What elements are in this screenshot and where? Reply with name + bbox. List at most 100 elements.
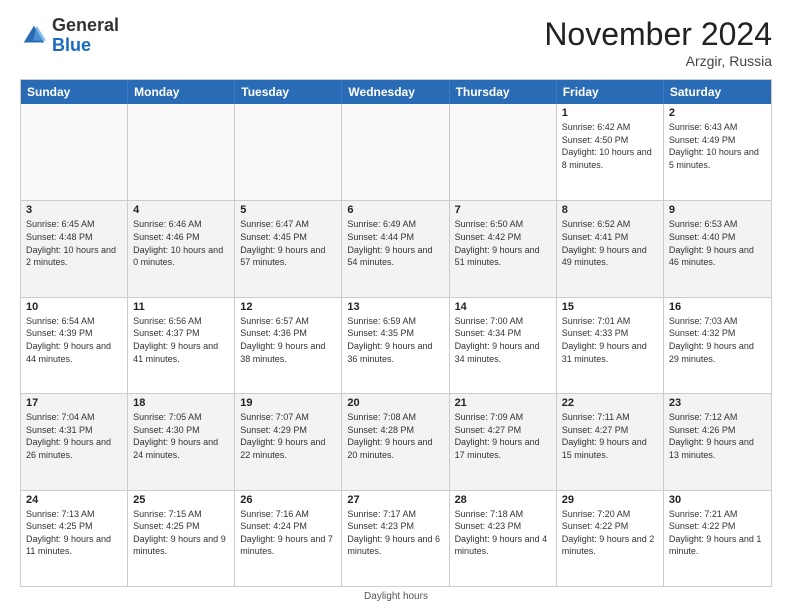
week-row-3: 10 Sunrise: 6:54 AMSunset: 4:39 PMDayligh…	[21, 297, 771, 393]
day-cell-22: 22Sunrise: 7:11 AMSunset: 4:27 PMDayligh…	[557, 394, 664, 489]
day-number-9: 9	[669, 204, 766, 216]
day-detail-23: Sunrise: 7:12 AMSunset: 4:26 PMDaylight:…	[669, 411, 766, 461]
day-detail-26: Sunrise: 7:16 AMSunset: 4:24 PMDaylight:…	[240, 508, 336, 558]
day-number-7: 7	[455, 204, 551, 216]
day-number-2: 2	[669, 107, 766, 119]
day-number-5: 5	[240, 204, 336, 216]
day-detail-6: Sunrise: 6:49 AMSunset: 4:44 PMDaylight:…	[347, 218, 443, 268]
day-detail-16: Sunrise: 7:03 AMSunset: 4:32 PMDaylight:…	[669, 315, 766, 365]
day-detail-7: Sunrise: 6:50 AMSunset: 4:42 PMDaylight:…	[455, 218, 551, 268]
day-cell-9: 9 Sunrise: 6:53 AMSunset: 4:40 PMDaylight…	[664, 201, 771, 296]
day-cell-27: 27 Sunrise: 7:17 AMSunset: 4:23 PMDayligh…	[342, 491, 449, 586]
week-row-1: 1 Sunrise: 6:42 AMSunset: 4:50 PMDaylight…	[21, 104, 771, 200]
day-cell-23: 23 Sunrise: 7:12 AMSunset: 4:26 PMDayligh…	[664, 394, 771, 489]
day-number-25: 25	[133, 494, 229, 506]
day-number-4: 4	[133, 204, 229, 216]
day-number-6: 6	[347, 204, 443, 216]
day-detail-9: Sunrise: 6:53 AMSunset: 4:40 PMDaylight:…	[669, 218, 766, 268]
day-cell-14: 14 Sunrise: 7:00 AMSunset: 4:34 PMDayligh…	[450, 298, 557, 393]
logo-text: General Blue	[52, 16, 119, 56]
day-cell-2: 2Sunrise: 6:43 AMSunset: 4:49 PMDaylight…	[664, 104, 771, 200]
day-cell-3: 3 Sunrise: 6:45 AMSunset: 4:48 PMDaylight…	[21, 201, 128, 296]
day-detail-19: Sunrise: 7:07 AMSunset: 4:29 PMDaylight:…	[240, 411, 336, 461]
day-cell-19: 19 Sunrise: 7:07 AMSunset: 4:29 PMDayligh…	[235, 394, 342, 489]
day-detail-14: Sunrise: 7:00 AMSunset: 4:34 PMDaylight:…	[455, 315, 551, 365]
header-day-monday: Monday	[128, 80, 235, 104]
day-cell-empty	[342, 104, 449, 200]
day-detail-1: Sunrise: 6:42 AMSunset: 4:50 PMDaylight:…	[562, 121, 658, 171]
day-number-1: 1	[562, 107, 658, 119]
day-cell-7: 7 Sunrise: 6:50 AMSunset: 4:42 PMDaylight…	[450, 201, 557, 296]
day-detail-18: Sunrise: 7:05 AMSunset: 4:30 PMDaylight:…	[133, 411, 229, 461]
day-cell-1: 1 Sunrise: 6:42 AMSunset: 4:50 PMDaylight…	[557, 104, 664, 200]
day-cell-28: 28Sunrise: 7:18 AMSunset: 4:23 PMDayligh…	[450, 491, 557, 586]
logo-blue: Blue	[52, 35, 91, 55]
day-number-16: 16	[669, 301, 766, 313]
day-cell-25: 25 Sunrise: 7:15 AMSunset: 4:25 PMDayligh…	[128, 491, 235, 586]
day-number-23: 23	[669, 397, 766, 409]
day-detail-15: Sunrise: 7:01 AMSunset: 4:33 PMDaylight:…	[562, 315, 658, 365]
week-row-4: 17Sunrise: 7:04 AMSunset: 4:31 PMDayligh…	[21, 393, 771, 489]
day-number-14: 14	[455, 301, 551, 313]
day-number-18: 18	[133, 397, 229, 409]
day-cell-12: 12 Sunrise: 6:57 AMSunset: 4:36 PMDayligh…	[235, 298, 342, 393]
day-detail-22: Sunrise: 7:11 AMSunset: 4:27 PMDaylight:…	[562, 411, 658, 461]
calendar: SundayMondayTuesdayWednesdayThursdayFrid…	[20, 79, 772, 587]
day-cell-empty	[128, 104, 235, 200]
header-day-wednesday: Wednesday	[342, 80, 449, 104]
logo-icon	[20, 22, 48, 50]
day-cell-21: 21 Sunrise: 7:09 AMSunset: 4:27 PMDayligh…	[450, 394, 557, 489]
day-cell-26: 26 Sunrise: 7:16 AMSunset: 4:24 PMDayligh…	[235, 491, 342, 586]
calendar-body: 1 Sunrise: 6:42 AMSunset: 4:50 PMDaylight…	[21, 104, 771, 586]
day-detail-8: Sunrise: 6:52 AMSunset: 4:41 PMDaylight:…	[562, 218, 658, 268]
month-title: November 2024	[544, 16, 772, 53]
header-day-tuesday: Tuesday	[235, 80, 342, 104]
day-number-15: 15	[562, 301, 658, 313]
day-cell-18: 18 Sunrise: 7:05 AMSunset: 4:30 PMDayligh…	[128, 394, 235, 489]
day-detail-10: Sunrise: 6:54 AMSunset: 4:39 PMDaylight:…	[26, 315, 122, 365]
day-detail-28: Sunrise: 7:18 AMSunset: 4:23 PMDaylight:…	[455, 508, 551, 558]
day-cell-29: 29Sunrise: 7:20 AMSunset: 4:22 PMDayligh…	[557, 491, 664, 586]
day-cell-empty	[235, 104, 342, 200]
day-detail-30: Sunrise: 7:21 AMSunset: 4:22 PMDaylight:…	[669, 508, 766, 558]
day-cell-4: 4 Sunrise: 6:46 AMSunset: 4:46 PMDaylight…	[128, 201, 235, 296]
day-detail-20: Sunrise: 7:08 AMSunset: 4:28 PMDaylight:…	[347, 411, 443, 461]
day-cell-6: 6 Sunrise: 6:49 AMSunset: 4:44 PMDaylight…	[342, 201, 449, 296]
day-detail-12: Sunrise: 6:57 AMSunset: 4:36 PMDaylight:…	[240, 315, 336, 365]
day-cell-15: 15 Sunrise: 7:01 AMSunset: 4:33 PMDayligh…	[557, 298, 664, 393]
day-cell-11: 11Sunrise: 6:56 AMSunset: 4:37 PMDayligh…	[128, 298, 235, 393]
day-number-27: 27	[347, 494, 443, 506]
day-cell-20: 20 Sunrise: 7:08 AMSunset: 4:28 PMDayligh…	[342, 394, 449, 489]
day-number-12: 12	[240, 301, 336, 313]
week-row-5: 24 Sunrise: 7:13 AMSunset: 4:25 PMDayligh…	[21, 490, 771, 586]
day-detail-25: Sunrise: 7:15 AMSunset: 4:25 PMDaylight:…	[133, 508, 229, 558]
day-cell-13: 13Sunrise: 6:59 AMSunset: 4:35 PMDayligh…	[342, 298, 449, 393]
day-number-21: 21	[455, 397, 551, 409]
location: Arzgir, Russia	[544, 53, 772, 69]
day-number-17: 17	[26, 397, 122, 409]
logo: General Blue	[20, 16, 119, 56]
day-detail-4: Sunrise: 6:46 AMSunset: 4:46 PMDaylight:…	[133, 218, 229, 268]
day-number-30: 30	[669, 494, 766, 506]
day-number-26: 26	[240, 494, 336, 506]
header: General Blue November 2024 Arzgir, Russi…	[20, 16, 772, 69]
day-number-11: 11	[133, 301, 229, 313]
day-number-10: 10	[26, 301, 122, 313]
day-detail-13: Sunrise: 6:59 AMSunset: 4:35 PMDaylight:…	[347, 315, 443, 365]
page: General Blue November 2024 Arzgir, Russi…	[0, 0, 792, 612]
day-number-8: 8	[562, 204, 658, 216]
day-number-20: 20	[347, 397, 443, 409]
header-day-saturday: Saturday	[664, 80, 771, 104]
day-cell-empty	[450, 104, 557, 200]
day-detail-27: Sunrise: 7:17 AMSunset: 4:23 PMDaylight:…	[347, 508, 443, 558]
day-cell-16: 16 Sunrise: 7:03 AMSunset: 4:32 PMDayligh…	[664, 298, 771, 393]
day-number-24: 24	[26, 494, 122, 506]
day-number-3: 3	[26, 204, 122, 216]
day-detail-3: Sunrise: 6:45 AMSunset: 4:48 PMDaylight:…	[26, 218, 122, 268]
day-detail-21: Sunrise: 7:09 AMSunset: 4:27 PMDaylight:…	[455, 411, 551, 461]
header-day-sunday: Sunday	[21, 80, 128, 104]
day-detail-24: Sunrise: 7:13 AMSunset: 4:25 PMDaylight:…	[26, 508, 122, 558]
day-number-19: 19	[240, 397, 336, 409]
title-block: November 2024 Arzgir, Russia	[544, 16, 772, 69]
logo-general: General	[52, 15, 119, 35]
